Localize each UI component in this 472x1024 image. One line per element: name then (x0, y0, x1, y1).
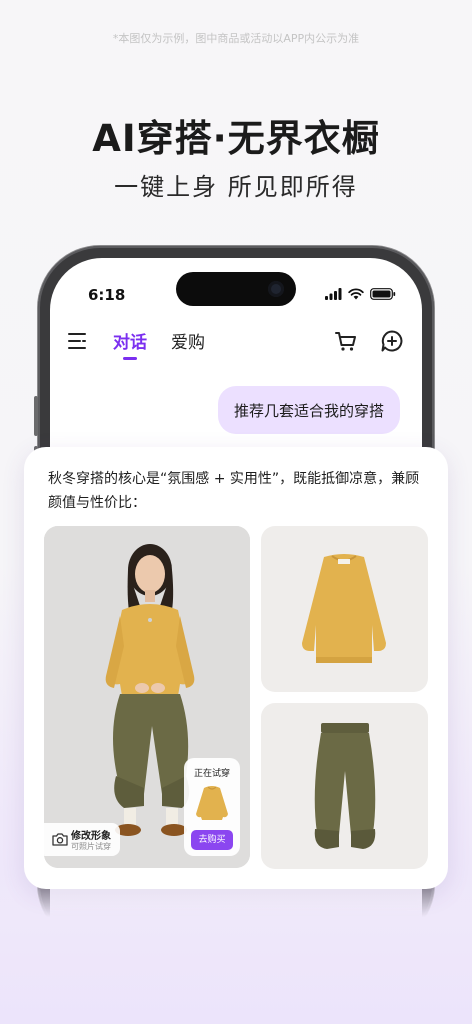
new-chat-icon[interactable] (380, 329, 404, 353)
battery-icon (370, 288, 396, 300)
tab-shop-label: 爱购 (171, 333, 205, 353)
active-tab-indicator (123, 357, 137, 360)
product-tile-pants[interactable] (261, 703, 428, 869)
try-on-widget: 正在试穿 去购买 (184, 758, 240, 856)
edit-look-button[interactable]: 修改形象 可照片试穿 (44, 823, 120, 856)
cart-icon[interactable] (334, 329, 358, 353)
ai-message-text: 秋冬穿搭的核心是“氛围感 + 实用性”，既能抵御凉意，兼顾颜值与性价比： (48, 471, 420, 511)
tab-shop[interactable]: 爱购 (171, 328, 205, 353)
outfit-model-image[interactable]: 正在试穿 去购买 修改形象 可照片试穿 (44, 526, 250, 868)
status-time: 6:18 (88, 286, 126, 304)
menu-icon[interactable] (68, 331, 88, 351)
tab-chat-label: 对话 (113, 333, 147, 353)
pants-product-image (314, 723, 376, 849)
disclaimer-text: *本图仅为示例，图中商品或活动以APP内公示为准 (112, 32, 360, 45)
volume-button (34, 396, 38, 436)
buy-button[interactable]: 去购买 (191, 830, 233, 850)
edit-look-subtitle: 可照片试穿 (71, 842, 111, 851)
camera-icon (52, 833, 68, 846)
user-message-bubble: 推荐几套适合我的穿搭 (218, 386, 400, 434)
user-message-text: 推荐几套适合我的穿搭 (233, 401, 384, 420)
sweater-thumbnail (196, 786, 228, 820)
wifi-icon (348, 288, 364, 300)
app-bar: 对话 爱购 (50, 318, 422, 370)
camera-lens (268, 281, 284, 297)
ai-response-card: 秋冬穿搭的核心是“氛围感 + 实用性”，既能抵御凉意，兼顾颜值与性价比： 正在试… (24, 447, 448, 889)
signal-icon (325, 288, 342, 300)
try-on-label: 正在试穿 (193, 769, 230, 779)
edit-look-title: 修改形象 (71, 831, 111, 842)
tab-chat[interactable]: 对话 (113, 328, 147, 360)
headline: AI穿搭·无界衣橱 (92, 117, 380, 160)
status-icons (325, 288, 396, 300)
sweater-product-image (302, 554, 386, 663)
subheadline: 一键上身 所见即所得 (114, 173, 358, 201)
dynamic-island (176, 272, 296, 306)
product-tile-sweater[interactable] (261, 526, 428, 692)
